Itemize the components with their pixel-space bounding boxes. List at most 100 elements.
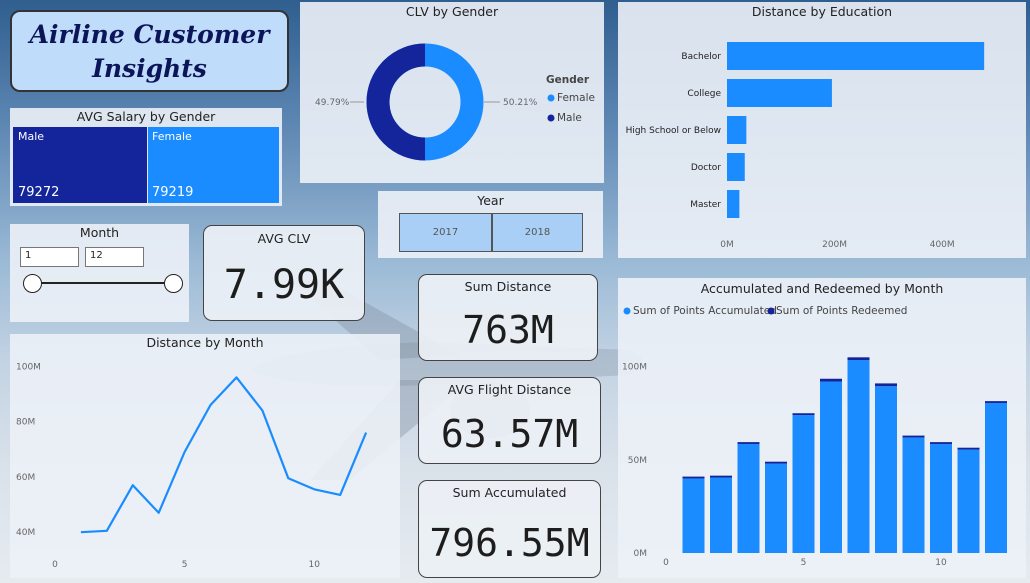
- sum-distance-title: Sum Distance: [464, 279, 552, 294]
- accumulated-bar[interactable]: [847, 360, 870, 553]
- education-category-label: College: [687, 89, 721, 99]
- accumulated-y-tick: 100M: [622, 363, 647, 373]
- month-from-input[interactable]: 1: [20, 247, 79, 267]
- month-slider-handle-end[interactable]: [164, 274, 183, 293]
- donut-slice-male[interactable]: [366, 43, 426, 161]
- accumulated-bar[interactable]: [820, 381, 842, 553]
- distance-month-line[interactable]: [80, 376, 368, 534]
- accumulated-bar[interactable]: [792, 415, 815, 553]
- legend-male-marker: [547, 114, 555, 122]
- avg-clv-value: 7.99K: [223, 262, 345, 308]
- distance-month-point[interactable]: [130, 483, 135, 488]
- salary-female-value: 79219: [152, 185, 194, 200]
- accumulated-bar[interactable]: [737, 443, 760, 553]
- avg-salary-title: AVG Salary by Gender: [76, 109, 216, 124]
- education-bar[interactable]: [727, 116, 747, 144]
- redeemed-bar[interactable]: [682, 476, 705, 479]
- accumulated-x-tick: 5: [801, 558, 807, 568]
- month-slicer: Month 1 12: [10, 224, 189, 322]
- education-bar[interactable]: [727, 153, 745, 181]
- distance-month-point[interactable]: [338, 492, 343, 497]
- accumulated-redeemed-chart: Sum of Points Accumulated Sum of Points …: [622, 305, 1007, 568]
- accumulated-redeemed-panel: Accumulated and Redeemed by Month Sum of…: [618, 278, 1026, 578]
- distance-month-point[interactable]: [208, 403, 213, 408]
- redeemed-bar[interactable]: [985, 401, 1007, 403]
- distance-month-x-tick: 0: [52, 560, 58, 570]
- distance-education-chart: Bachelor College High School or Below Docto…: [626, 42, 985, 250]
- salary-tile-female[interactable]: Female 79219: [148, 127, 279, 203]
- education-bar[interactable]: [727, 79, 832, 107]
- accumulated-x-tick: 0: [663, 558, 669, 568]
- clv-gender-chart: 50.21% 49.79% Gender Female Male: [315, 43, 595, 161]
- distance-month-point[interactable]: [312, 487, 317, 492]
- year-option-2018[interactable]: 2018: [492, 213, 583, 252]
- avg-flight-distance-title: AVG Flight Distance: [447, 382, 572, 397]
- distance-month-point[interactable]: [234, 375, 239, 380]
- sum-accumulated-card: Sum Accumulated 796.55M: [418, 480, 601, 578]
- accumulated-bar[interactable]: [875, 386, 897, 553]
- avg-flight-distance-card: AVG Flight Distance 63.57M: [418, 377, 601, 464]
- redeemed-bar[interactable]: [847, 357, 870, 361]
- legend-redeemed-marker: [767, 307, 775, 315]
- month-to-input[interactable]: 12: [85, 247, 144, 267]
- redeemed-bar[interactable]: [765, 461, 787, 464]
- redeemed-bar[interactable]: [710, 475, 732, 478]
- distance-month-x-tick: 5: [182, 560, 188, 570]
- distance-month-point[interactable]: [286, 476, 291, 481]
- salary-tile-male[interactable]: Male 79272: [13, 127, 147, 203]
- avg-clv-card: AVG CLV 7.99K: [203, 225, 365, 321]
- legend-accumulated-marker: [623, 307, 631, 315]
- distance-month-y-tick: 40M: [16, 528, 35, 538]
- accumulated-bar[interactable]: [710, 477, 732, 553]
- accumulated-bar[interactable]: [930, 443, 952, 553]
- accumulated-bar[interactable]: [682, 478, 705, 553]
- redeemed-bar[interactable]: [820, 378, 842, 382]
- accumulated-bar[interactable]: [985, 402, 1007, 553]
- redeemed-bar[interactable]: [957, 447, 980, 450]
- salary-male-label: Male: [18, 130, 45, 143]
- redeemed-bar[interactable]: [930, 442, 952, 444]
- salary-female-label: Female: [152, 130, 192, 143]
- redeemed-bar[interactable]: [792, 413, 815, 416]
- distance-month-y-tick: 80M: [16, 418, 35, 428]
- redeemed-bar[interactable]: [737, 442, 760, 444]
- redeemed-bar[interactable]: [902, 435, 925, 438]
- legend-female-label[interactable]: Female: [557, 92, 595, 104]
- education-bar[interactable]: [727, 42, 985, 70]
- distance-month-point[interactable]: [364, 430, 369, 435]
- avg-salary-panel: AVG Salary by Gender Male 79272 Female 7…: [10, 108, 282, 206]
- month-slicer-title: Month: [79, 225, 120, 240]
- accumulated-bar[interactable]: [957, 449, 980, 553]
- redeemed-bar[interactable]: [875, 383, 897, 387]
- sum-accumulated-value: 796.55M: [429, 521, 590, 565]
- distance-month-point[interactable]: [78, 530, 83, 535]
- distance-month-point[interactable]: [260, 408, 265, 413]
- month-slider-track: [32, 282, 173, 284]
- legend-accumulated-label[interactable]: Sum of Points Accumulated: [633, 305, 777, 317]
- legend-male-label[interactable]: Male: [557, 112, 582, 124]
- accumulated-bar[interactable]: [765, 463, 787, 553]
- distance-month-point[interactable]: [156, 510, 161, 515]
- avg-clv-title: AVG CLV: [257, 231, 311, 246]
- accumulated-bar[interactable]: [902, 437, 925, 553]
- education-bar[interactable]: [727, 190, 740, 218]
- distance-month-x-tick: 10: [309, 560, 321, 570]
- month-slider-handle-start[interactable]: [23, 274, 42, 293]
- education-category-label: Master: [690, 200, 721, 210]
- gender-legend-title: Gender: [546, 74, 590, 86]
- legend-redeemed-label[interactable]: Sum of Points Redeemed: [776, 305, 907, 317]
- distance-month-point[interactable]: [182, 450, 187, 455]
- education-category-label: High School or Below: [626, 126, 721, 136]
- education-category-label: Doctor: [691, 163, 721, 173]
- distance-month-y-tick: 60M: [16, 473, 35, 483]
- distance-month-point[interactable]: [104, 528, 109, 533]
- distance-education-panel: Distance by Education Bachelor College Hig…: [618, 2, 1026, 258]
- sum-accumulated-title: Sum Accumulated: [452, 485, 567, 500]
- sum-distance-card: Sum Distance 763M: [418, 274, 598, 361]
- avg-flight-distance-value: 63.57M: [440, 412, 579, 456]
- education-category-label: Bachelor: [681, 52, 721, 62]
- report-title-line2: Insights: [92, 54, 207, 83]
- year-option-2017[interactable]: 2017: [399, 213, 492, 252]
- distance-month-panel: Distance by Month 40M 60M 80M 100M 0 5 10: [10, 334, 400, 578]
- accumulated-y-tick: 0M: [634, 549, 648, 559]
